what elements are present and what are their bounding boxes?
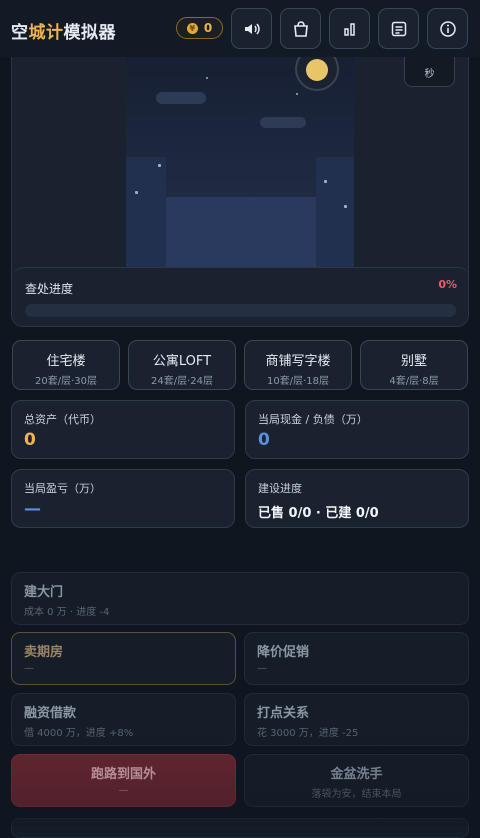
property-type-name: 住宅楼: [46, 354, 86, 369]
property-type-detail: 4套/层·8层: [389, 376, 439, 387]
coin-balance-badge[interactable]: ¥ 0: [176, 17, 223, 39]
property-type-detail: 20套/层·30层: [35, 376, 97, 387]
sound-icon: [244, 23, 260, 34]
log-list-icon: [391, 21, 406, 36]
action-title: 跑路到国外: [90, 767, 156, 782]
shop-bag-icon: [293, 20, 308, 37]
profit-value: —: [24, 499, 41, 519]
quit-game-button[interactable]: 金盆洗手 落袋为安，结束本局: [244, 754, 469, 807]
stats-button[interactable]: [329, 8, 370, 49]
building-left: [126, 157, 166, 267]
property-type-loft[interactable]: 公寓LOFT 24套/层·24层: [128, 340, 236, 390]
star: [296, 93, 298, 95]
action-title: 金盆洗手: [330, 767, 383, 782]
property-type-detail: 10套/层·18层: [267, 376, 329, 387]
discount-button[interactable]: 降价促销 —: [244, 632, 469, 685]
timer-box: 秒: [404, 57, 455, 87]
timer-unit: 秒: [424, 69, 435, 80]
cash-debt-label: 当局现金 / 负债（万）: [258, 413, 368, 426]
progress-percent: 0%: [438, 278, 457, 291]
action-title: 打点关系: [257, 706, 310, 721]
build-progress-label: 建设进度: [258, 482, 302, 495]
property-type-name: 别墅: [400, 354, 427, 369]
action-title: 卖期房: [24, 645, 64, 660]
property-type-detail: 24套/层·24层: [151, 376, 213, 387]
building-center: [166, 197, 316, 267]
property-type-name: 商铺写字楼: [265, 354, 331, 369]
progress-track: [25, 304, 456, 317]
window-light: [324, 180, 327, 183]
app-title: 空城计模拟器: [11, 23, 116, 43]
action-title: 建大门: [24, 585, 64, 600]
build-progress-value: 已售 0/0 · 已建 0/0: [258, 506, 379, 521]
build-gate-button[interactable]: 建大门 成本 0 万 · 进度 -4: [11, 572, 469, 625]
cash-debt-card: 当局现金 / 负债（万） 0: [245, 400, 469, 459]
action-title: 融资借款: [24, 706, 77, 721]
top-bar: 空城计模拟器 ¥ 0: [0, 0, 480, 57]
total-assets-card: 总资产（代币） 0: [11, 400, 235, 459]
window-light: [344, 205, 347, 208]
cloud: [156, 92, 206, 104]
action-subtitle: 借 4000 万，进度 +8%: [24, 728, 134, 739]
building-right: [316, 157, 354, 267]
property-type-residential[interactable]: 住宅楼 20套/层·30层: [12, 340, 120, 390]
city-scene: 秒 查处进度 0%: [11, 57, 469, 327]
connections-button[interactable]: 打点关系 花 3000 万，进度 -25: [244, 693, 469, 746]
stats-chart-icon: [343, 22, 355, 36]
info-button[interactable]: [427, 8, 468, 49]
action-subtitle: 花 3000 万，进度 -25: [257, 728, 359, 739]
cloud: [260, 117, 306, 128]
action-subtitle: —: [257, 663, 267, 674]
financing-button[interactable]: 融资借款 借 4000 万，进度 +8%: [11, 693, 236, 746]
total-assets-label: 总资产（代币）: [24, 413, 101, 426]
log-button[interactable]: [378, 8, 419, 49]
sound-button[interactable]: [231, 8, 272, 49]
action-subtitle: 成本 0 万 · 进度 -4: [24, 607, 110, 618]
coin-balance-value: 0: [203, 21, 213, 35]
star: [206, 77, 208, 79]
presale-button[interactable]: 卖期房 —: [11, 632, 236, 685]
bottom-panel: [11, 818, 469, 838]
build-progress-card: 建设进度 已售 0/0 · 已建 0/0: [245, 469, 469, 528]
flee-abroad-button[interactable]: 跑路到国外 —: [11, 754, 236, 807]
property-type-villa[interactable]: 别墅 4套/层·8层: [360, 340, 468, 390]
profit-label: 当局盈亏（万）: [24, 482, 101, 495]
profit-card: 当局盈亏（万） —: [11, 469, 235, 528]
coin-icon: ¥: [186, 22, 198, 34]
total-assets-value: 0: [24, 430, 36, 450]
action-title: 降价促销: [257, 645, 310, 660]
action-subtitle: 落袋为安，结束本局: [311, 789, 402, 800]
cash-debt-value: 0: [258, 430, 270, 450]
progress-label: 查处进度: [25, 282, 74, 296]
action-subtitle: —: [24, 663, 34, 674]
investigation-progress-card: 查处进度 0%: [12, 267, 468, 326]
shop-button[interactable]: [280, 8, 321, 49]
action-subtitle: —: [118, 785, 129, 796]
window-light: [135, 191, 138, 194]
property-type-name: 公寓LOFT: [152, 354, 212, 369]
property-type-commercial[interactable]: 商铺写字楼 10套/层·18层: [244, 340, 352, 390]
info-icon: [439, 20, 456, 37]
window-light: [158, 164, 161, 167]
